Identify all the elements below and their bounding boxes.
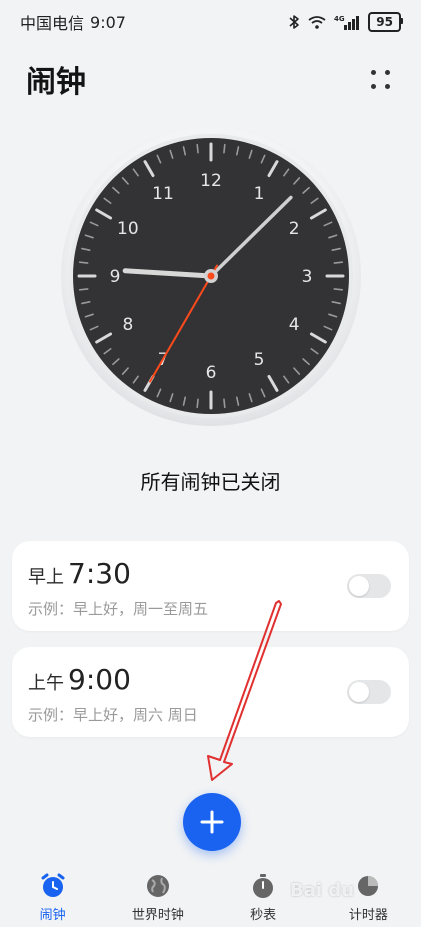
alarm-description: 示例：早上好，周六 周日: [28, 706, 198, 724]
clock-number: 5: [254, 350, 265, 370]
nav-item-timer[interactable]: 计时器: [316, 872, 421, 923]
dot-icon: [370, 69, 376, 75]
status-bar: 中国电信 9:07 4G 95: [0, 0, 421, 44]
plus-icon: [200, 810, 224, 834]
minute-tick: [78, 261, 89, 264]
minute-tick: [196, 143, 199, 154]
clock-number: 10: [117, 219, 139, 239]
minute-tick: [223, 143, 226, 154]
alarm-clock-icon: [41, 873, 65, 897]
status-left: 中国电信 9:07: [20, 10, 126, 34]
alarm-time: 7:30: [68, 557, 131, 590]
clock-number: 2: [289, 219, 300, 239]
bluetooth-icon: [288, 14, 300, 30]
alarms-status-text: 所有闹钟已关闭: [140, 470, 281, 494]
nav-item-stopwatch[interactable]: 秒表: [211, 872, 316, 923]
minute-tick: [333, 288, 344, 291]
dot-icon: [384, 83, 390, 89]
minute-tick: [196, 398, 199, 409]
nav-label: 计时器: [348, 908, 388, 923]
alarm-toggle[interactable]: [347, 574, 391, 598]
nav-label: 秒表: [250, 908, 277, 923]
alarm-description: 示例：早上好，周一至周五: [28, 600, 209, 618]
nav-item-world-clock[interactable]: 世界时钟: [105, 872, 210, 923]
more-options-button[interactable]: [365, 64, 395, 94]
alarm-card[interactable]: 上午 9:00 示例：早上好，周六 周日: [12, 647, 409, 737]
timer-icon: [358, 876, 379, 896]
nav-label: 世界时钟: [131, 908, 184, 923]
status-time: 9:07: [90, 12, 126, 32]
page-title: 闹钟: [26, 65, 86, 100]
alarm-toggle[interactable]: [347, 680, 391, 704]
toggle-knob: [349, 576, 369, 596]
dot-icon: [370, 83, 376, 89]
alarm-time-line: 早上 7:30: [28, 557, 131, 590]
dot-icon: [384, 69, 390, 75]
bottom-nav: 闹钟 世界时钟 秒表 计时器: [0, 872, 421, 927]
cellular-signal-icon: 4G: [334, 14, 360, 30]
clock-number: 8: [122, 315, 133, 335]
nav-item-alarm[interactable]: 闹钟: [0, 872, 105, 923]
battery-icon: 95: [368, 12, 403, 32]
status-right: 4G 95: [288, 12, 403, 32]
nav-label: 闹钟: [39, 908, 66, 923]
minute-tick: [223, 398, 226, 409]
alarm-period: 早上: [28, 567, 64, 588]
network-type: 4G: [334, 15, 345, 23]
analog-clock: 121234567891011: [60, 125, 362, 427]
clock-number: 1: [254, 184, 265, 204]
battery-level: 95: [376, 15, 393, 29]
stopwatch-icon: [253, 874, 274, 898]
carrier-name: 中国电信: [20, 14, 85, 33]
globe-icon: [146, 875, 169, 897]
add-alarm-button[interactable]: [183, 793, 241, 851]
analog-clock-face: 121234567891011: [61, 126, 361, 426]
minute-tick: [333, 261, 344, 264]
toggle-knob: [349, 682, 369, 702]
clock-number: 4: [289, 315, 300, 335]
clock-number: 11: [152, 184, 174, 204]
alarm-time-line: 上午 9:00: [28, 663, 131, 696]
wifi-icon: [308, 15, 326, 29]
header: 闹钟: [0, 54, 421, 104]
clock-number: 3: [302, 267, 313, 287]
minute-tick: [78, 288, 89, 291]
clock-number: 9: [110, 267, 121, 287]
clock-number: 6: [206, 363, 217, 383]
alarm-period: 上午: [28, 673, 64, 694]
alarm-card[interactable]: 早上 7:30 示例：早上好，周一至周五: [12, 541, 409, 631]
alarm-time: 9:00: [68, 663, 131, 696]
clock-number: 12: [200, 171, 222, 191]
